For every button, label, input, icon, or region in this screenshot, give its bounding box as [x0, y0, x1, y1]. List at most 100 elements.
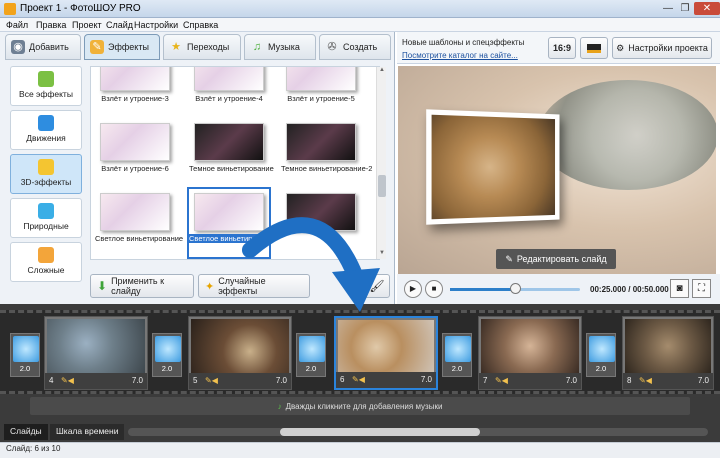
tab-slides[interactable]: Слайды	[4, 424, 48, 440]
scroll-up-icon[interactable]: ▲	[377, 67, 387, 75]
timeline-scroll-thumb[interactable]	[280, 428, 480, 436]
magic-wand-icon: ✦	[205, 280, 215, 293]
slide-effect-icons: ✎◀	[205, 376, 218, 385]
slide-item[interactable]: 8 ✎◀ 7.0	[622, 316, 714, 390]
transition-item[interactable]: 2.0	[296, 333, 326, 377]
menu-project[interactable]: Проект	[72, 20, 102, 30]
play-icon: ▶	[409, 284, 417, 293]
news-line: Новые шаблоны и спецэффекты	[402, 38, 525, 47]
category-3d[interactable]: 3D-эффекты	[10, 154, 82, 194]
puzzle-icon	[38, 71, 54, 87]
cat-photo	[431, 114, 556, 220]
complex-icon	[38, 247, 54, 263]
star-icon: ★	[171, 41, 181, 53]
transition-icon	[13, 336, 39, 362]
status-text: Слайд: 6 из 10	[6, 444, 61, 453]
tab-transitions[interactable]: ★ Переходы	[163, 34, 241, 60]
slide-thumbnail	[625, 319, 711, 373]
menu-settings[interactable]: Настройки	[134, 20, 178, 30]
music-note-icon: ♪	[277, 401, 282, 411]
project-settings-button[interactable]: ⚙ Настройки проекта	[612, 37, 712, 59]
effects-icon: ✎	[90, 40, 104, 54]
snapshot-button[interactable]: ◙	[670, 279, 689, 298]
menu-edit[interactable]: Правка	[36, 20, 66, 30]
drag-arrow-icon	[242, 217, 380, 312]
category-all[interactable]: Все эффекты	[10, 66, 82, 106]
time-readout: 00:25.000 / 00:50.000	[590, 285, 669, 294]
arrow-down-icon: ⬇	[97, 279, 108, 293]
transition-icon	[445, 336, 471, 362]
tab-music[interactable]: ♫ Музыка	[244, 34, 316, 60]
status-bar	[0, 442, 720, 458]
preview-photo	[426, 109, 560, 225]
effect-thumbnail	[100, 67, 170, 91]
music-track[interactable]: ♪ Дважды кликните для добавления музыки	[30, 397, 690, 415]
maximize-button[interactable]: ❐	[677, 2, 693, 15]
effect-item[interactable]: Взлёт и утроение-4	[189, 67, 269, 111]
menu-slide[interactable]: Слайд	[106, 20, 133, 30]
seek-progress	[450, 288, 515, 291]
app-icon	[4, 3, 16, 15]
seek-handle[interactable]	[510, 283, 521, 294]
edit-slide-button[interactable]: ✎ Редактировать слайд	[496, 249, 616, 269]
close-button[interactable]: ✕	[694, 2, 720, 15]
effect-thumbnail	[286, 123, 356, 161]
music-icon: ♫	[252, 41, 262, 53]
effect-thumbnail	[286, 67, 356, 91]
camera-icon: ◉	[11, 40, 25, 54]
effect-item[interactable]: Темное виньетирование-2	[281, 123, 372, 181]
move-icon	[38, 115, 54, 131]
slide-effect-icons: ✎◀	[495, 376, 508, 385]
fullscreen-button[interactable]: ⛶	[692, 279, 711, 298]
cube-icon	[38, 159, 54, 175]
effect-thumbnail	[194, 67, 264, 91]
aspect-ratio-button[interactable]: 16:9	[548, 37, 576, 59]
effect-thumbnail	[100, 123, 170, 161]
stop-icon: ■	[431, 284, 437, 293]
effect-item[interactable]: Светлое виньетирование	[95, 193, 183, 251]
slide-effect-icons: ✎◀	[639, 376, 652, 385]
window-title: Проект 1 - ФотоШОУ PRO	[20, 3, 141, 14]
apply-to-slide-button[interactable]: ⬇ Применить к слайду	[90, 274, 194, 298]
tab-add[interactable]: ◉ Добавить	[5, 34, 81, 60]
effect-item[interactable]: Темное виньетирование	[189, 123, 274, 181]
slide-item[interactable]: 4 ✎◀ 7.0	[44, 316, 148, 390]
slide-effect-icons: ✎◀	[61, 376, 74, 385]
transition-icon	[589, 336, 615, 362]
fullscreen-icon: ⛶	[698, 283, 705, 294]
slide-item[interactable]: 7 ✎◀ 7.0	[478, 316, 582, 390]
transition-icon	[299, 336, 325, 362]
category-nature[interactable]: Природные	[10, 198, 82, 238]
transition-item[interactable]: 2.0	[10, 333, 40, 377]
catalog-link[interactable]: Посмотрите каталог на сайте...	[402, 51, 518, 60]
menu-help[interactable]: Справка	[183, 20, 218, 30]
tab-effects[interactable]: ✎ Эффекты	[84, 34, 160, 60]
screen-button[interactable]	[580, 37, 608, 59]
transition-item[interactable]: 2.0	[442, 333, 472, 377]
slide-thumbnail	[47, 319, 145, 373]
effect-item[interactable]: Взлёт и утроение-5	[281, 67, 361, 111]
camera-icon: ◙	[676, 283, 683, 294]
category-complex[interactable]: Сложные	[10, 242, 82, 282]
transition-item[interactable]: 2.0	[586, 333, 616, 377]
effect-thumbnail	[194, 123, 264, 161]
screen-icon	[587, 43, 601, 53]
pencil-icon: ✎	[505, 253, 513, 264]
slide-preview	[398, 66, 716, 274]
tab-timeline[interactable]: Шкала времени	[50, 424, 125, 440]
snowflake-icon	[38, 203, 54, 219]
tab-create[interactable]: ✇ Создать	[319, 34, 391, 60]
category-motion[interactable]: Движения	[10, 110, 82, 150]
effect-item[interactable]: Взлёт и утроение-3	[95, 67, 175, 111]
transition-icon	[155, 336, 181, 362]
slide-thumbnail	[481, 319, 579, 373]
slide-effect-icons: ✎◀	[352, 375, 365, 384]
film-reel-icon: ✇	[327, 41, 337, 53]
effect-item[interactable]: Взлёт и утроение-6	[95, 123, 175, 181]
transition-item[interactable]: 2.0	[152, 333, 182, 377]
minimize-button[interactable]: —	[660, 2, 676, 15]
gear-icon: ⚙	[616, 42, 625, 53]
cat-eye-background	[538, 80, 716, 190]
menu-file[interactable]: Файл	[6, 20, 28, 30]
stop-button[interactable]: ■	[425, 280, 443, 298]
